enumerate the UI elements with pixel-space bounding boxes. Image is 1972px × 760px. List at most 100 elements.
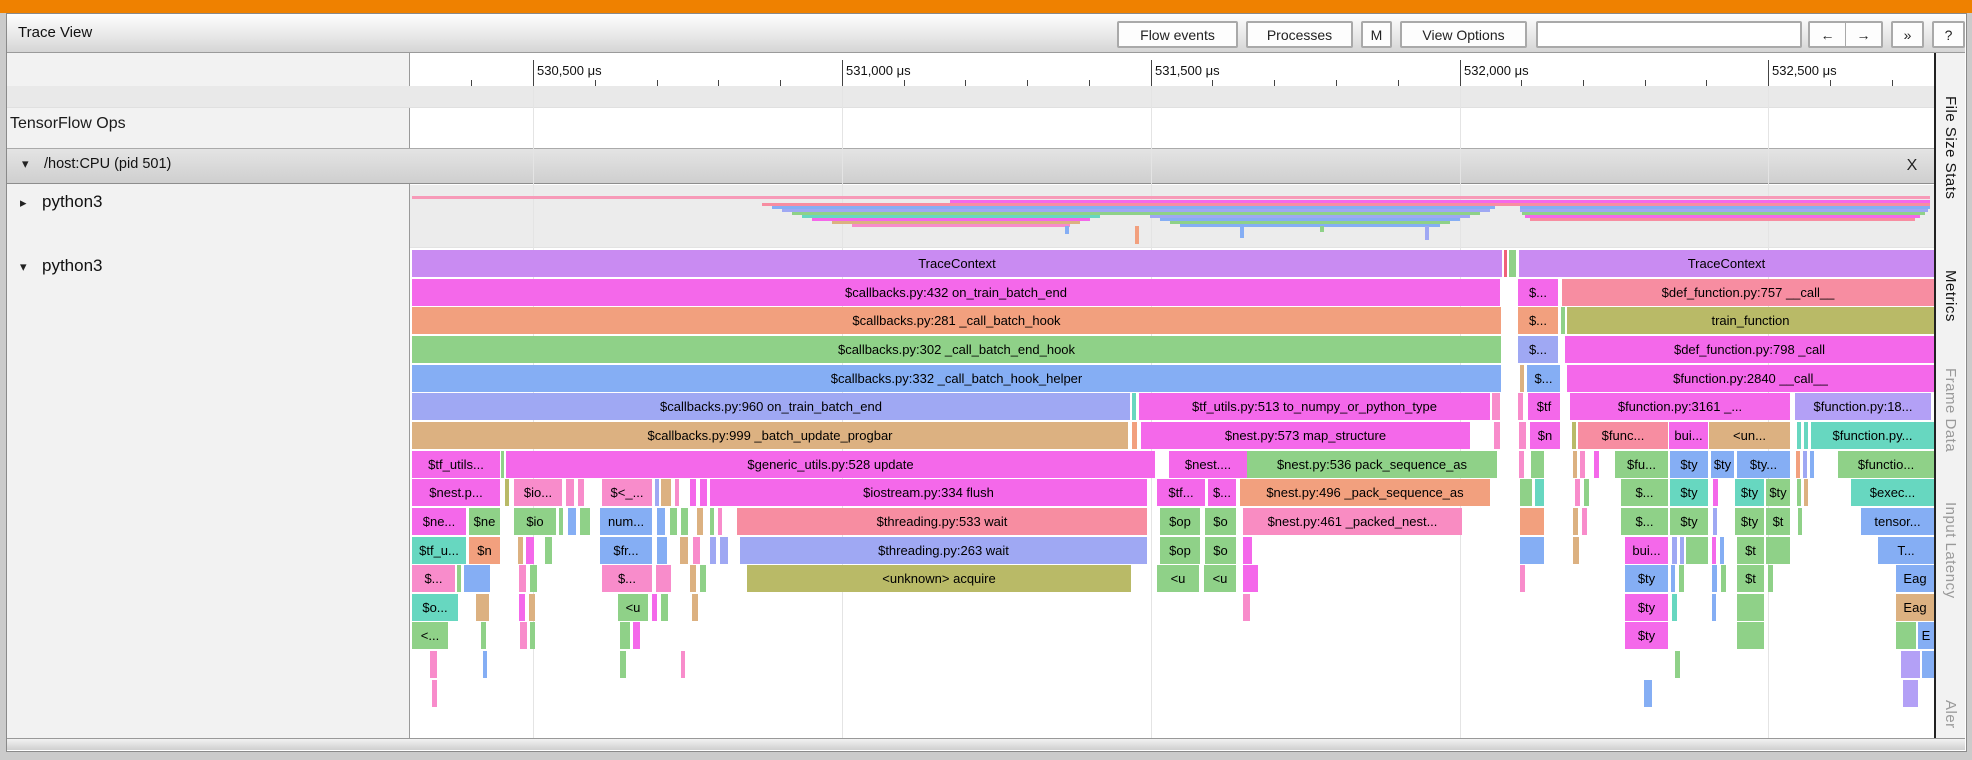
flame-segment[interactable] [566, 479, 574, 506]
flame-segment[interactable] [1903, 680, 1918, 707]
flame-segment[interactable] [690, 565, 696, 592]
flame-segment[interactable] [1520, 365, 1524, 392]
flame-segment[interactable]: $function.py:18... [1795, 393, 1931, 420]
flame-segment[interactable]: $ne [469, 508, 500, 535]
flame-segment[interactable]: $ty [1735, 508, 1764, 535]
flame-segment[interactable] [505, 479, 509, 506]
flame-segment[interactable]: TraceContext [412, 250, 1502, 277]
flame-segment[interactable]: $n [469, 537, 500, 564]
flame-segment[interactable]: $nest.py:536 pack_sequence_as [1247, 451, 1497, 478]
flame-segment[interactable]: $tf_u... [412, 537, 466, 564]
flame-segment[interactable] [656, 565, 671, 592]
flame-segment[interactable]: $io... [514, 479, 562, 506]
flow-events-button[interactable]: Flow events [1117, 21, 1238, 48]
flame-segment[interactable] [1243, 594, 1250, 621]
flame-segment[interactable] [1243, 565, 1258, 592]
sidebar-tab-metrics[interactable]: Metrics [1942, 270, 1959, 350]
flame-segment[interactable]: num... [600, 508, 652, 535]
sidebar-tab-frame-data[interactable]: Frame Data [1942, 368, 1959, 486]
flame-segment[interactable]: $... [1518, 279, 1558, 306]
flame-segment[interactable] [1520, 479, 1532, 506]
flame-segment[interactable] [519, 565, 526, 592]
flame-segment[interactable] [681, 508, 688, 535]
flame-segment[interactable] [1573, 451, 1577, 478]
flame-segment[interactable]: $callbacks.py:960 on_train_batch_end [412, 393, 1130, 420]
flame-segment[interactable] [520, 622, 527, 649]
flame-segment[interactable]: $... [1518, 336, 1558, 363]
thread-row-python3-collapsed[interactable]: ▸python3 [20, 192, 103, 212]
flame-segment[interactable] [670, 508, 677, 535]
flame-segment[interactable]: $iostream.py:334 flush [710, 479, 1147, 506]
flame-segment[interactable] [1766, 537, 1790, 564]
flame-segment[interactable]: $... [602, 565, 652, 592]
thread-row-python3-expanded[interactable]: ▾python3 [20, 256, 103, 276]
flame-segment[interactable] [1796, 451, 1800, 478]
flame-segment[interactable] [720, 537, 728, 564]
flame-segment[interactable] [1675, 651, 1680, 678]
flame-segment[interactable]: $tf... [1157, 479, 1205, 506]
flame-segment[interactable] [1896, 622, 1916, 649]
flame-segment[interactable]: $ne... [412, 508, 466, 535]
flame-segment[interactable]: $... [1621, 508, 1668, 535]
sidebar-tab-file-size-stats[interactable]: File Size Stats [1942, 96, 1959, 246]
flame-segment[interactable]: $generic_utils.py:528 update [506, 451, 1155, 478]
flame-segment[interactable]: train_function [1567, 307, 1934, 334]
flame-segment[interactable] [1132, 422, 1137, 449]
flame-segment[interactable]: $nest.py:496 _pack_sequence_as [1240, 479, 1490, 506]
flame-segment[interactable] [675, 479, 679, 506]
flame-segment[interactable] [519, 594, 525, 621]
flame-segment[interactable]: $ty [1711, 451, 1734, 478]
flame-segment[interactable] [530, 622, 535, 649]
flame-segment[interactable] [501, 451, 504, 478]
flame-segment[interactable] [692, 594, 698, 621]
flame-segment[interactable] [1575, 479, 1580, 506]
flame-segment[interactable] [580, 508, 590, 535]
flame-segment[interactable] [690, 479, 696, 506]
chevron-right-icon[interactable]: ▸ [20, 195, 42, 211]
flame-segment[interactable]: $... [1527, 365, 1560, 392]
flame-segment[interactable] [620, 622, 630, 649]
flame-segment[interactable] [1520, 508, 1544, 535]
flame-segment[interactable] [1584, 479, 1589, 506]
flame-segment[interactable] [1797, 422, 1801, 449]
flame-segment[interactable]: <u [1157, 565, 1199, 592]
flame-segment[interactable] [1672, 594, 1677, 621]
chevron-down-icon[interactable]: ▾ [22, 156, 44, 172]
flame-segment[interactable] [476, 594, 489, 621]
flame-segment[interactable] [518, 537, 523, 564]
flame-segment[interactable]: $ty [1670, 479, 1708, 506]
flame-segment[interactable]: Eag [1896, 565, 1934, 592]
flame-segment[interactable] [464, 565, 490, 592]
flame-segment[interactable]: $ty [1625, 594, 1668, 621]
flame-segment[interactable] [1686, 537, 1708, 564]
flame-segment[interactable] [1680, 537, 1684, 564]
flame-segment[interactable]: $t [1766, 508, 1790, 535]
view-options-button[interactable]: View Options [1400, 21, 1527, 48]
flame-segment[interactable]: $threading.py:533 wait [737, 508, 1147, 535]
flame-segment[interactable]: <un... [1709, 422, 1790, 449]
flame-segment[interactable] [1644, 680, 1652, 707]
flame-segment[interactable]: $o [1205, 508, 1236, 535]
flame-segment[interactable]: <unknown> acquire [747, 565, 1131, 592]
flame-segment[interactable]: $callbacks.py:332 _call_batch_hook_helpe… [412, 365, 1501, 392]
flame-segment[interactable] [432, 680, 437, 707]
flame-segment[interactable] [1804, 479, 1808, 506]
flame-segment[interactable] [700, 479, 707, 506]
flame-segment[interactable]: $<_... [602, 479, 652, 506]
flame-segment[interactable] [710, 508, 714, 535]
flame-segment[interactable] [1803, 451, 1807, 478]
horizontal-scrollbar[interactable] [7, 738, 1965, 750]
flame-segment[interactable] [1901, 651, 1920, 678]
flame-segment[interactable] [1737, 622, 1764, 649]
close-icon[interactable]: X [1899, 153, 1925, 179]
flame-segment[interactable] [661, 479, 671, 506]
flame-segment[interactable]: E [1918, 622, 1934, 649]
expand-toolbar-button[interactable]: » [1891, 21, 1924, 48]
flame-segment[interactable]: $func... [1578, 422, 1668, 449]
flame-segment[interactable] [1504, 250, 1507, 277]
chevron-down-icon[interactable]: ▾ [20, 259, 42, 275]
flame-segment[interactable]: $n [1530, 422, 1560, 449]
flame-segment[interactable]: <... [412, 622, 448, 649]
flame-segment[interactable]: bui... [1625, 537, 1668, 564]
flame-segment[interactable]: $callbacks.py:281 _call_batch_hook [412, 307, 1501, 334]
